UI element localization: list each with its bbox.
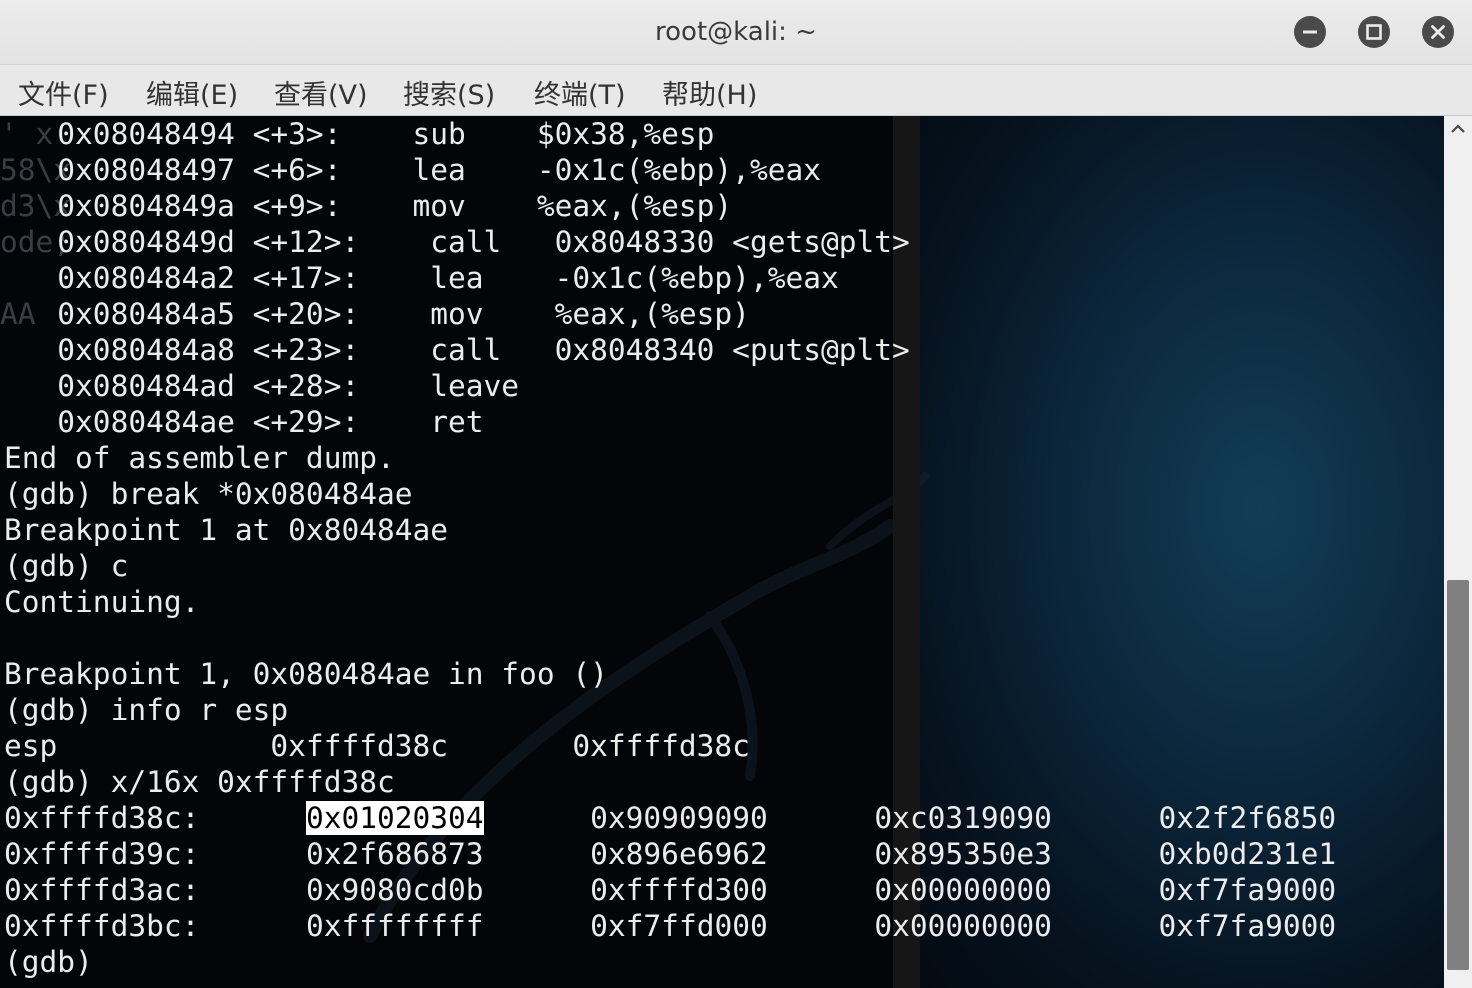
memory-word: 0x896e6962 [590, 837, 768, 871]
memory-word: 0x2f2f6850 [1158, 801, 1337, 835]
chevron-up-icon [1451, 124, 1465, 133]
window-title: root@kali: ~ [655, 17, 817, 47]
output-line: Continuing. [4, 585, 200, 619]
memory-address: 0xffffd3bc: [4, 909, 200, 943]
memory-row: 0xffffd3bc: 0xffffffff 0xf7ffd000 0x0000… [4, 908, 1336, 944]
menu-view[interactable]: 查看(V) [274, 73, 368, 112]
output-line: Breakpoint 1 at 0x80484ae [4, 513, 449, 547]
minimize-button[interactable] [1294, 16, 1326, 48]
memory-word: 0x90909090 [590, 801, 768, 835]
disasm-line: 0x080484a8 <+23>: call 0x8048340 <puts@p… [4, 333, 910, 367]
memory-address: 0xffffd39c: [4, 837, 200, 871]
output-line: Breakpoint 1, 0x080484ae in foo () [4, 657, 608, 691]
disasm-line: 0x080484ae <+29>: ret [4, 405, 484, 439]
scrollbar-thumb[interactable] [1447, 580, 1469, 970]
memory-row: 0xffffd39c: 0x2f686873 0x896e6962 0x8953… [4, 836, 1336, 872]
minimize-icon [1303, 30, 1317, 34]
memory-word: 0x00000000 [874, 873, 1052, 907]
disasm-line: 0x080484ad <+28>: leave [4, 369, 520, 403]
menu-terminal[interactable]: 终端(T) [534, 73, 626, 112]
scroll-up-button[interactable] [1444, 116, 1472, 142]
memory-word: 0xffffd300 [590, 873, 768, 907]
disasm-line: 0x080484a2 <+17>: lea -0x1c(%ebp),%eax [4, 261, 839, 295]
memory-word: 0x2f686873 [305, 837, 484, 871]
gdb-prompt[interactable]: (gdb) [4, 944, 93, 980]
command-line: (gdb) info r esp [4, 693, 289, 727]
close-button[interactable] [1422, 16, 1454, 48]
memory-word: 0xb0d231e1 [1158, 837, 1337, 871]
memory-row: 0xffffd3ac: 0x9080cd0b 0xffffd300 0x0000… [4, 872, 1336, 908]
menu-bar: 文件(F) 编辑(E) 查看(V) 搜索(S) 终端(T) 帮助(H) [0, 65, 1472, 116]
memory-word: 0x00000000 [874, 909, 1052, 943]
memory-word-selected: 0x01020304 [305, 801, 484, 835]
memory-address: 0xffffd3ac: [4, 873, 200, 907]
vertical-scrollbar[interactable] [1444, 116, 1472, 988]
memory-word: 0x9080cd0b [305, 873, 484, 907]
memory-word: 0xc0319090 [874, 801, 1052, 835]
terminal-output[interactable]: ' x 58\x d3\x ode; AA 0x08048494 <+3>: s… [0, 116, 1444, 988]
command-line: (gdb) x/16x 0xffffd38c [4, 765, 395, 799]
memory-word: 0xf7fa9000 [1158, 909, 1337, 943]
menu-help[interactable]: 帮助(H) [662, 73, 757, 112]
disasm-line: 0x08048497 <+6>: lea -0x1c(%ebp),%eax [4, 153, 821, 187]
close-icon [1431, 25, 1445, 39]
maximize-button[interactable] [1358, 16, 1390, 48]
memory-address: 0xffffd38c: [4, 801, 200, 835]
memory-word: 0xffffffff [305, 909, 484, 943]
maximize-icon [1366, 24, 1382, 40]
menu-file[interactable]: 文件(F) [18, 73, 109, 112]
title-bar: root@kali: ~ [0, 0, 1472, 65]
disasm-line: 0x0804849a <+9>: mov %eax,(%esp) [4, 189, 733, 223]
command-line: (gdb) c [4, 549, 129, 583]
disasm-line: 0x0804849d <+12>: call 0x8048330 <gets@p… [4, 225, 910, 259]
menu-edit[interactable]: 编辑(E) [146, 73, 238, 112]
menu-search[interactable]: 搜索(S) [403, 73, 495, 112]
command-line: (gdb) break *0x080484ae [4, 477, 413, 511]
disasm-line: 0x08048494 <+3>: sub $0x38,%esp [4, 117, 715, 151]
memory-row: 0xffffd38c: 0x01020304 0x90909090 0xc031… [4, 800, 1336, 836]
memory-word: 0xf7ffd000 [590, 909, 768, 943]
memory-word: 0xf7fa9000 [1158, 873, 1337, 907]
memory-word: 0x895350e3 [874, 837, 1052, 871]
register-line: esp 0xffffd38c 0xffffd38c [4, 729, 750, 763]
output-line: End of assembler dump. [4, 441, 395, 475]
disasm-line: 0x080484a5 <+20>: mov %eax,(%esp) [4, 297, 750, 331]
